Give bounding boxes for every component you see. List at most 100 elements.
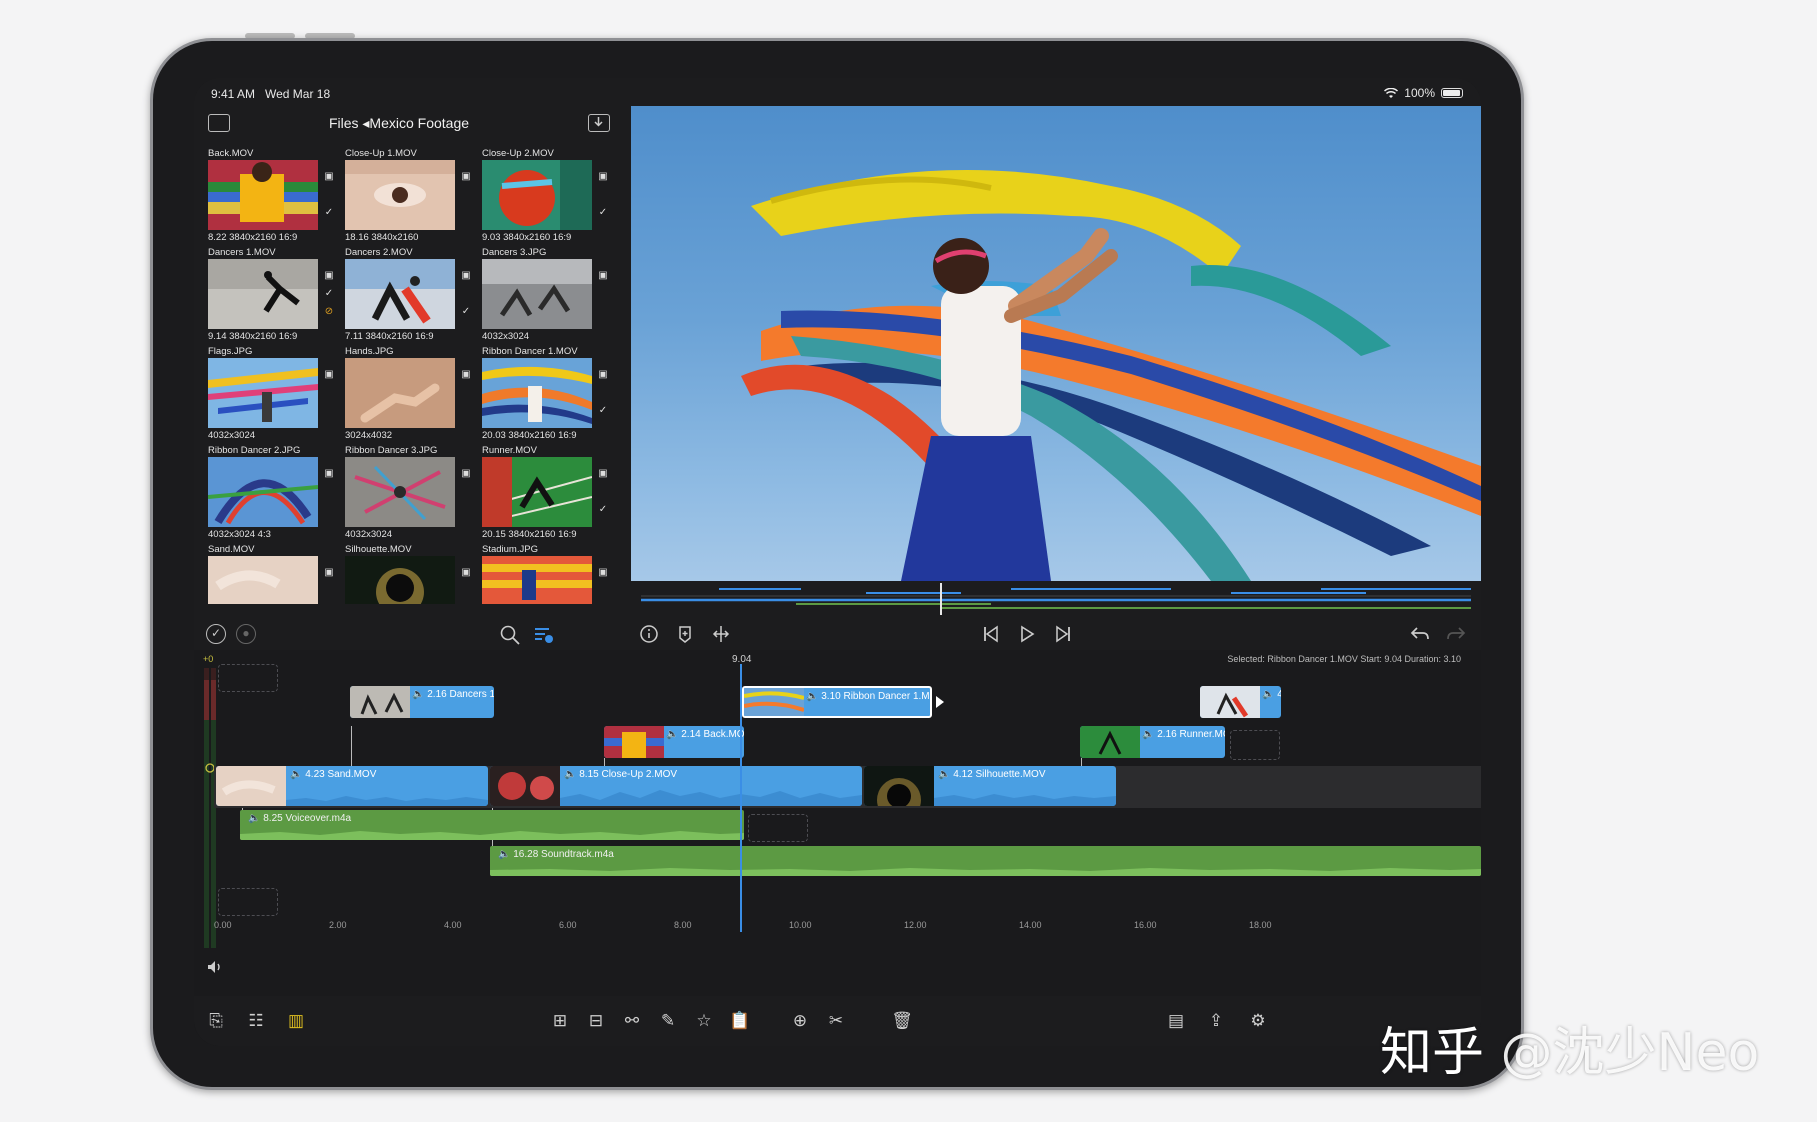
media-badges: ▣ ✓ [598, 468, 608, 515]
settings-gear-icon[interactable]: ⚙ [1246, 1009, 1270, 1033]
video-preview[interactable] [631, 106, 1481, 581]
clip-thumbnail [1080, 726, 1140, 758]
clip-thumbnail [604, 726, 664, 758]
ruler-label: 4.00 [444, 920, 462, 930]
pencil-icon[interactable]: ✎ [656, 1009, 680, 1033]
play-icon[interactable] [1017, 624, 1037, 644]
status-time: 9:41 AM [211, 87, 256, 101]
watermark-handle: @沈少Neo [1500, 1023, 1760, 1083]
media-name: Dancers 3.JPG [482, 247, 547, 258]
trash-icon[interactable]: 🗑 [890, 1009, 914, 1033]
status-bar: 9:41 AM Wed Mar 18 100% [194, 78, 1481, 108]
media-meta: 20.15 3840x2160 16:9 [482, 529, 577, 540]
media-item[interactable]: Hands.JPG ▣ 3024x4032 [345, 346, 481, 445]
scissors-icon[interactable]: ✂ [824, 1009, 848, 1033]
media-item[interactable]: Close-Up 1.MOV ▣ 18.16 3840x2160 [345, 148, 481, 247]
media-item[interactable]: Ribbon Dancer 3.JPG ▣ 4032x3024 [345, 445, 481, 544]
import-icon[interactable] [588, 114, 610, 132]
trim-handle-icon[interactable] [934, 694, 946, 710]
split-icon[interactable] [711, 624, 731, 644]
clip-edge[interactable]: 🔈 4 [1200, 686, 1281, 718]
favorite-icon[interactable]: ☆ [692, 1009, 716, 1033]
media-thumbnail [482, 358, 592, 428]
clip-ribbon-dancer-selected[interactable]: 🔈 3.10 Ribbon Dancer 1.MC [742, 686, 932, 718]
waveform [560, 790, 862, 806]
insert-clip-icon[interactable]: ⊞ [548, 1009, 572, 1033]
playhead[interactable] [740, 664, 742, 932]
media-thumbnail [482, 259, 592, 329]
browser-title[interactable]: Files ◂Mexico Footage [194, 115, 604, 132]
project-icon[interactable]: ⎘ [204, 1009, 228, 1033]
clip-voiceover[interactable]: 🔈 8.25 Voiceover.m4a [240, 810, 744, 840]
empty-slot[interactable] [218, 888, 278, 916]
media-item[interactable]: Close-Up 2.MOV ▣ ✓ 9.03 3840x2160 16:9 [482, 148, 618, 247]
clip-sand[interactable]: 🔈 4.23 Sand.MOV [216, 766, 488, 806]
media-thumbnail [482, 160, 592, 230]
media-badges: ▣ ✓ ⊘ [324, 270, 334, 317]
waveform [240, 831, 744, 840]
clip-closeup[interactable]: 🔈 8.15 Close-Up 2.MOV [490, 766, 862, 806]
clip-label: 🔈 4.12 Silhouette.MOV [938, 769, 1046, 780]
select-icon[interactable]: ✓ [206, 624, 226, 644]
media-item[interactable]: Dancers 1.MOV ▣ ✓ ⊘ 9.14 3840x2160 16:9 [208, 247, 344, 346]
scrubber-track [641, 583, 1471, 615]
empty-slot[interactable] [1230, 730, 1280, 760]
media-item[interactable]: Back.MOV ▣ ✓ 8.22 3840x2160 16:9 [208, 148, 344, 247]
empty-slot[interactable] [218, 664, 278, 692]
media-thumbnail [345, 556, 455, 604]
clipboard-icon[interactable]: 📋 [728, 1009, 752, 1033]
marker-icon[interactable] [675, 624, 695, 644]
audio-meter-toggle-icon[interactable]: ▥ [284, 1009, 308, 1033]
skip-forward-icon[interactable] [1053, 624, 1073, 644]
clip-dancers[interactable]: 🔈 2.16 Dancers 1 [350, 686, 494, 718]
status-date: Wed Mar 18 [265, 87, 331, 101]
media-meta: 9.14 3840x2160 16:9 [208, 331, 298, 342]
media-browser: Files ◂Mexico Footage Back.MOV ▣ ✓ 8.22 … [194, 106, 624, 650]
clip-silhouette[interactable]: 🔈 4.12 Silhouette.MOV [864, 766, 1116, 806]
media-badges: ▣ [324, 468, 334, 479]
media-item[interactable]: Ribbon Dancer 1.MOV ▣ ✓ 20.03 3840x2160 … [482, 346, 618, 445]
ruler-label: 8.00 [674, 920, 692, 930]
clip-runner[interactable]: 🔈 2.16 Runner.MC [1080, 726, 1225, 758]
media-meta: 4032x3024 [482, 331, 530, 342]
clip-soundtrack[interactable]: 🔈 16.28 Soundtrack.m4a [490, 846, 1481, 876]
undo-icon[interactable] [1409, 624, 1431, 644]
battery-percent: 100% [1404, 86, 1435, 100]
timeline[interactable]: +0 9.04 Selected: Ribbon Dancer 1.MOV St… [194, 650, 1481, 1046]
link-icon[interactable]: ⚯ [620, 1009, 644, 1033]
record-icon[interactable]: ● [236, 624, 256, 644]
waveform [286, 796, 488, 806]
layout-icon[interactable]: ▤ [1164, 1009, 1188, 1033]
inspector-icon[interactable]: ☷ [244, 1009, 268, 1033]
ruler-label: 12.00 [904, 920, 927, 930]
media-item[interactable]: Dancers 3.JPG ▣ 4032x3024 [482, 247, 618, 346]
empty-slot[interactable] [748, 814, 808, 842]
info-icon[interactable] [639, 624, 659, 644]
media-item[interactable]: Dancers 2.MOV ▣ ✓ 7.11 3840x2160 16:9 [345, 247, 481, 346]
media-thumbnail [345, 259, 455, 329]
ruler-label: 2.00 [329, 920, 347, 930]
search-icon[interactable] [499, 624, 521, 646]
media-thumbnail [208, 358, 318, 428]
skip-back-icon[interactable] [981, 624, 1001, 644]
ruler-label: 16.00 [1134, 920, 1157, 930]
filter-icon[interactable] [533, 624, 555, 646]
waveform [490, 868, 1481, 876]
add-icon[interactable]: ⊕ [788, 1009, 812, 1033]
media-item[interactable]: Ribbon Dancer 2.JPG ▣ 4032x3024 4:3 [208, 445, 344, 544]
meter-label: +0 [203, 654, 214, 664]
clip-thumbnail [350, 686, 410, 718]
clip-label: 🔈 4 [1262, 689, 1281, 700]
volume-icon[interactable] [206, 958, 224, 976]
share-icon[interactable]: ⇪ [1204, 1009, 1228, 1033]
clip-back[interactable]: 🔈 2.14 Back.MOV [604, 726, 744, 758]
watermark-brand: 知乎 [1380, 1023, 1485, 1083]
media-item[interactable]: Flags.JPG ▣ 4032x3024 [208, 346, 344, 445]
redo-icon[interactable] [1445, 624, 1467, 644]
overwrite-clip-icon[interactable]: ⊟ [584, 1009, 608, 1033]
connector-line [351, 726, 352, 768]
media-badges: ▣ ✓ [598, 171, 608, 218]
media-item[interactable]: Runner.MOV ▣ ✓ 20.15 3840x2160 16:9 [482, 445, 618, 544]
watermark: 知乎 @沈少Neo [1380, 1010, 1759, 1085]
scrubber[interactable] [631, 581, 1481, 619]
